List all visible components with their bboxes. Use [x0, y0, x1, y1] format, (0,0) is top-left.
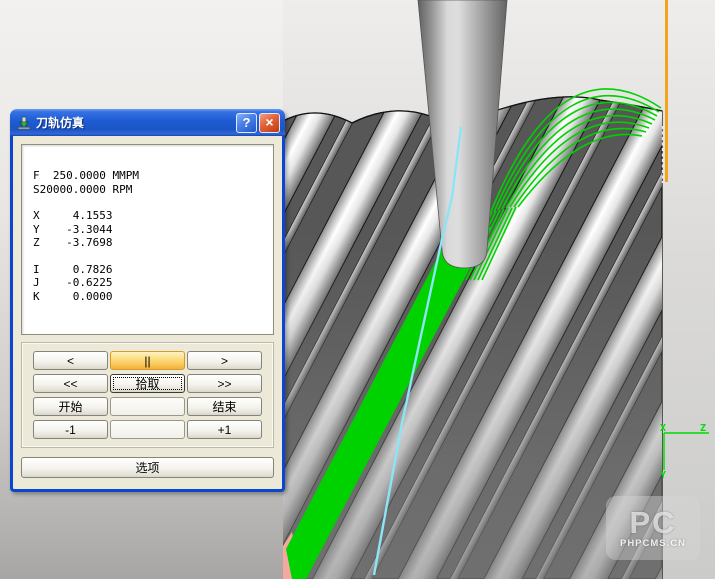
blank-button[interactable]: [110, 420, 185, 439]
spindle-speed-value: S20000.0000 RPM: [33, 183, 267, 197]
machining-scene: X Z Y: [283, 0, 715, 579]
j-vector: J -0.6225: [33, 276, 267, 290]
dialog-titlebar[interactable]: 刀轨仿真 ? ×: [10, 109, 285, 136]
axis-y-label: Y: [660, 470, 666, 481]
plus-one-button[interactable]: +1: [187, 420, 262, 439]
pause-button[interactable]: ||: [110, 351, 185, 370]
axis-z-label: Z: [700, 423, 706, 434]
dialog-title: 刀轨仿真: [36, 114, 234, 131]
playback-controls: < || > << 拾取 >> 开始 结束 -1 +1: [21, 342, 274, 448]
y-coordinate: Y -3.3044: [33, 223, 267, 237]
dialog-client-area: F 250.0000 MMPM S20000.0000 RPM X 4.1553…: [13, 136, 282, 486]
minus-one-button[interactable]: -1: [33, 420, 108, 439]
help-button[interactable]: ?: [236, 113, 257, 133]
i-vector: I 0.7826: [33, 263, 267, 277]
pick-button[interactable]: 拾取: [110, 374, 185, 393]
x-coordinate: X 4.1553: [33, 209, 267, 223]
z-coordinate: Z -3.7698: [33, 236, 267, 250]
step-forward-button[interactable]: >: [187, 351, 262, 370]
dialog-icon: [16, 115, 32, 131]
k-vector: K 0.0000: [33, 290, 267, 304]
end-button[interactable]: 结束: [187, 397, 262, 416]
readout-panel: F 250.0000 MMPM S20000.0000 RPM X 4.1553…: [21, 144, 274, 335]
start-button[interactable]: 开始: [33, 397, 108, 416]
feed-rate-value: F 250.0000 MMPM: [33, 169, 267, 183]
close-icon[interactable]: ×: [259, 113, 280, 133]
fast-forward-button[interactable]: >>: [187, 374, 262, 393]
simulation-viewport[interactable]: X Z Y PC PHPCMS.CN: [283, 0, 715, 579]
rewind-button[interactable]: <<: [33, 374, 108, 393]
toolpath-simulation-dialog: 刀轨仿真 ? × F 250.0000 MMPM S20000.0000 RPM…: [10, 110, 285, 492]
axis-x-label: X: [660, 423, 666, 434]
blank-button[interactable]: [110, 397, 185, 416]
options-button[interactable]: 选项: [21, 457, 274, 478]
step-back-button[interactable]: <: [33, 351, 108, 370]
